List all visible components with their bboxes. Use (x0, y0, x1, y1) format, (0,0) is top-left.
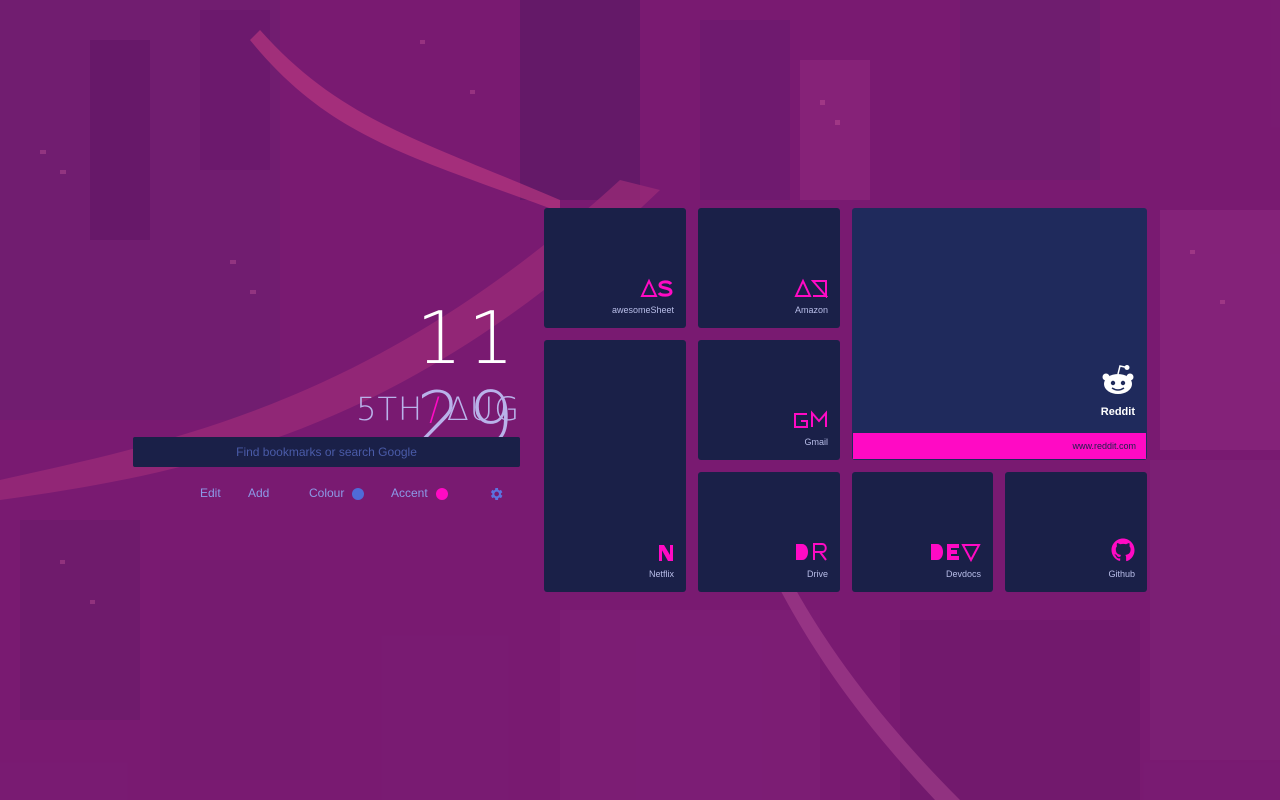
date: 5TH / ΔUG (300, 390, 520, 428)
bookmark-label: Amazon (794, 305, 828, 315)
bookmark-devdocs[interactable]: Devdocs (852, 472, 993, 592)
clock-hours: 11 (416, 296, 520, 380)
bookmark-reddit[interactable]: Reddit www.reddit.com (852, 208, 1147, 460)
bookmark-label: Drive (806, 569, 828, 579)
bookmark-github[interactable]: Github (1005, 472, 1147, 592)
bookmark-url: www.reddit.com (1072, 441, 1136, 451)
edit-button[interactable]: Edit (200, 486, 221, 500)
search-input[interactable] (133, 437, 520, 467)
clock: 11 29 (290, 298, 520, 458)
bookmark-label: Reddit (1100, 406, 1135, 418)
colour-swatch[interactable] (352, 488, 364, 500)
date-month: ΔUG (446, 390, 520, 428)
bookmark-drive[interactable]: Drive (698, 472, 840, 592)
devdocs-logo-icon (931, 544, 981, 562)
accent-swatch[interactable] (436, 488, 448, 500)
github-octocat-icon (1111, 538, 1135, 562)
add-button[interactable]: Add (248, 486, 269, 500)
bookmark-label: Github (1108, 569, 1135, 579)
awesomesheet-logo-icon (640, 278, 673, 297)
bookmark-label: Netflix (648, 569, 674, 579)
date-separator: / (429, 390, 441, 428)
accent-button[interactable]: Accent (391, 486, 428, 500)
bookmark-awesomesheet[interactable]: awesomeSheet (544, 208, 686, 328)
reddit-alien-icon (1102, 365, 1134, 394)
bookmark-label: awesomeSheet (611, 305, 674, 315)
date-day: 5TH (356, 390, 424, 428)
bookmark-gmail[interactable]: Gmail (698, 340, 840, 460)
amazon-logo-icon (794, 278, 828, 298)
netflix-logo-icon (659, 545, 673, 561)
bookmark-amazon[interactable]: Amazon (698, 208, 840, 328)
colour-button[interactable]: Colour (309, 486, 344, 500)
bookmark-netflix[interactable]: Netflix (544, 340, 686, 592)
reddit-url-bar: www.reddit.com (853, 433, 1146, 459)
drive-logo-icon (796, 543, 827, 561)
bookmark-label: Gmail (804, 437, 828, 447)
bookmark-label: Devdocs (945, 569, 981, 579)
gear-icon[interactable] (488, 486, 504, 502)
gmail-logo-icon (794, 410, 827, 428)
